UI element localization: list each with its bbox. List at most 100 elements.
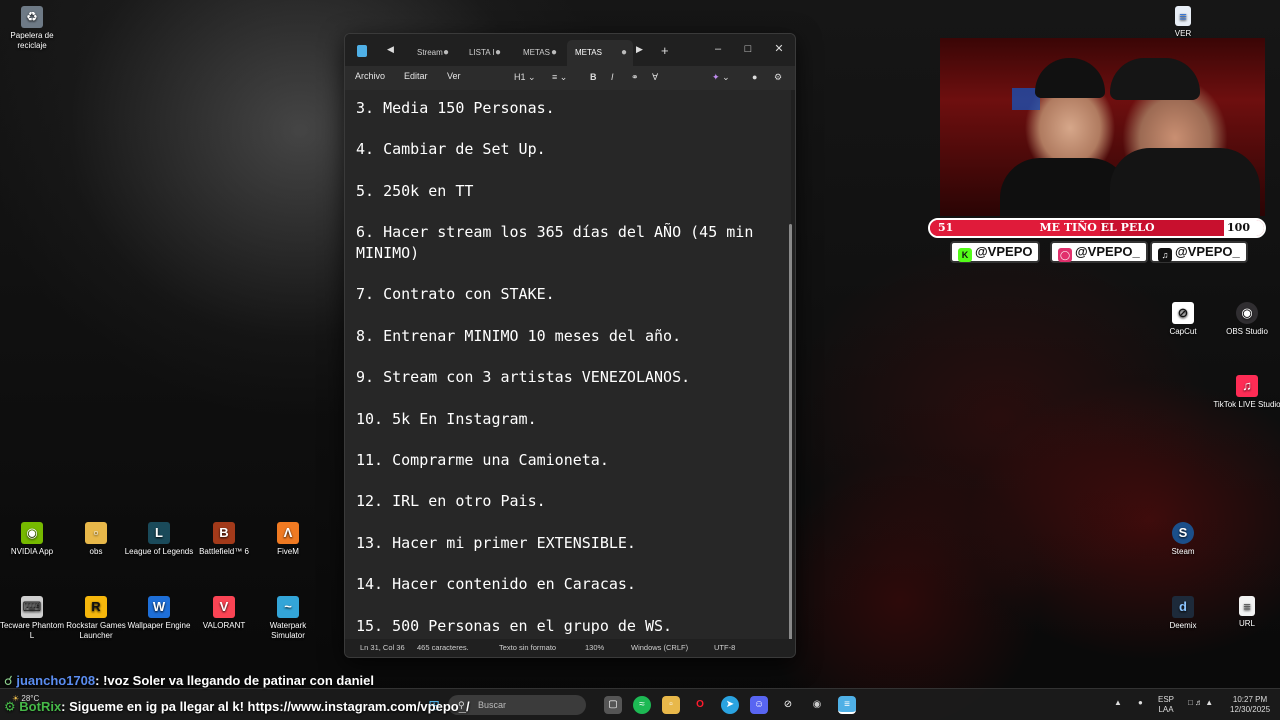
desktop-icon-obs-folder[interactable]: ▫ obs bbox=[61, 522, 131, 557]
desktop-icon-wallpaper-engine[interactable]: W Wallpaper Engine bbox=[124, 596, 194, 631]
text-line: 7. Contrato con STAKE. bbox=[356, 285, 555, 304]
keyboard-icon: ⌨ bbox=[21, 596, 43, 618]
tiktok-icon: ♫ bbox=[1158, 248, 1172, 262]
list-button[interactable]: ≡ ⌄ bbox=[552, 70, 567, 84]
title-bar[interactable]: ◀ Stream ● LISTA I ● METAS ● METAS ● ▶ + – □… bbox=[345, 34, 795, 66]
tab-metas-active[interactable]: METAS ● bbox=[567, 40, 633, 66]
text-line bbox=[356, 346, 780, 367]
chat-text: : !voz Soler va llegando de patinar con … bbox=[95, 673, 374, 688]
bot-icon: ⚙ bbox=[4, 699, 16, 714]
menu-archivo[interactable]: Archivo bbox=[355, 71, 385, 81]
desktop-icon-nvidia[interactable]: ◉ NVIDIA App bbox=[0, 522, 67, 557]
capcut-taskbar-button[interactable]: ⊘ bbox=[779, 696, 797, 714]
settings-button[interactable]: ⚙ bbox=[774, 70, 782, 84]
new-tab-button[interactable]: + bbox=[661, 43, 669, 58]
document-icon: ≡ bbox=[1175, 6, 1191, 26]
menu-ver[interactable]: Ver bbox=[447, 71, 461, 81]
url-file-icon: ≡ bbox=[1239, 596, 1255, 616]
maximize-button[interactable]: □ bbox=[737, 40, 759, 58]
notepad-taskbar-button[interactable]: ≡ bbox=[838, 696, 856, 714]
chevron-up-icon: ▲ bbox=[1114, 698, 1122, 707]
spotify-icon: ≈ bbox=[639, 699, 645, 710]
heading-dropdown[interactable]: H1 ⌄ bbox=[514, 70, 536, 84]
chrome-button[interactable]: ◉ bbox=[808, 696, 826, 714]
tab-lista[interactable]: LISTA I ● bbox=[461, 40, 507, 66]
valorant-icon: V bbox=[213, 596, 235, 618]
deemix-icon: d bbox=[1172, 596, 1194, 618]
desktop-icon-rockstar[interactable]: R Rockstar Games Launcher bbox=[61, 596, 131, 641]
tray-overflow-button[interactable]: ▲ bbox=[1114, 698, 1122, 708]
modified-dot-icon: ● bbox=[494, 47, 501, 58]
waterpark-icon: ~ bbox=[277, 596, 299, 618]
desktop-icon-deemix[interactable]: d Deemix bbox=[1148, 596, 1218, 631]
desktop-icon-steam[interactable]: S Steam bbox=[1148, 522, 1218, 557]
text-line: 9. Stream con 3 artistas VENEZOLANOS. bbox=[356, 368, 691, 387]
tab-metas-1[interactable]: METAS ● bbox=[515, 40, 563, 66]
taskview-button[interactable]: ▢ bbox=[604, 696, 622, 714]
file-explorer-button[interactable]: ▫ bbox=[662, 696, 680, 714]
desktop-icon-tecware[interactable]: ⌨ Tecware Phantom L bbox=[0, 596, 67, 641]
copilot-button[interactable]: ✦ ⌄ bbox=[712, 70, 730, 84]
text-line: 6. Hacer stream los 365 días del AÑO (45… bbox=[356, 223, 763, 262]
tiktok-icon: ♫ bbox=[1236, 375, 1258, 397]
taskview-icon: ▢ bbox=[608, 699, 618, 710]
text-line: 13. Hacer mi primer EXTENSIBLE. bbox=[356, 533, 636, 552]
document-editor[interactable]: 3. Media 150 Personas. 4. Cambiar de Set… bbox=[345, 90, 791, 641]
spotify-button[interactable]: ≈ bbox=[633, 696, 651, 714]
desktop-icon-league[interactable]: L League of Legends bbox=[124, 522, 194, 557]
battlefield-icon: B bbox=[213, 522, 235, 544]
text-line bbox=[356, 388, 780, 409]
vertical-scrollbar[interactable] bbox=[789, 224, 792, 654]
scroll-tabs-left-icon[interactable]: ◀ bbox=[387, 44, 394, 55]
text-line: 3. Media 150 Personas. bbox=[356, 99, 555, 117]
desktop-icon-fivem[interactable]: Λ FiveM bbox=[253, 522, 323, 557]
text-line: 8. Entrenar MINIMO 10 meses del año. bbox=[356, 326, 682, 345]
link-button[interactable]: ⚭ bbox=[631, 70, 639, 84]
wallpaper-engine-icon: W bbox=[148, 596, 170, 618]
microphone-tray-icon[interactable]: ● bbox=[1138, 698, 1143, 708]
tab-stream[interactable]: Stream ● bbox=[409, 40, 455, 66]
desktop-icon-tiktok-live[interactable]: ♫ TikTok LIVE Studio bbox=[1212, 375, 1280, 410]
menu-bar: Archivo Editar Ver H1 ⌄ ≡ ⌄ B I ⚭ ∀ ✦ ⌄ … bbox=[345, 66, 795, 90]
italic-button[interactable]: I bbox=[611, 70, 614, 84]
desktop-icon-url[interactable]: ≡ URL bbox=[1212, 596, 1280, 629]
bold-button[interactable]: B bbox=[590, 70, 597, 84]
close-button[interactable]: ✕ bbox=[768, 40, 790, 58]
network-volume-tray[interactable]: □ ♬ ▲ bbox=[1188, 698, 1213, 708]
desktop-icon-valorant[interactable]: V VALORANT bbox=[189, 596, 259, 631]
chat-message-2: ⚙ BotRix: Sigueme en ig pa llegar al k! … bbox=[4, 699, 470, 715]
account-button[interactable]: ● bbox=[752, 70, 757, 84]
desktop-icon-ver[interactable]: ≡ VER bbox=[1148, 6, 1218, 39]
zoom-level[interactable]: 130% bbox=[585, 639, 604, 657]
language-indicator[interactable]: ESP LAA bbox=[1158, 695, 1174, 715]
desktop-icon-battlefield[interactable]: B Battlefield™ 6 bbox=[189, 522, 259, 557]
line-endings: Windows (CRLF) bbox=[631, 643, 689, 652]
rockstar-icon: R bbox=[85, 596, 107, 618]
scroll-tabs-right-icon[interactable]: ▶ bbox=[636, 44, 643, 55]
desktop-icon-capcut[interactable]: ⊘ CapCut bbox=[1148, 302, 1218, 337]
text-line bbox=[356, 471, 780, 492]
notepad-window[interactable]: ◀ Stream ● LISTA I ● METAS ● METAS ● ▶ + – □… bbox=[344, 33, 796, 658]
desktop-icon-recycle-bin[interactable]: ♻ Papelera de reciclaje bbox=[0, 6, 67, 51]
status-bar: Ln 31, Col 36 465 caracteres. Texto sin … bbox=[345, 639, 795, 657]
menu-editar[interactable]: Editar bbox=[404, 71, 428, 81]
modified-dot-icon: ● bbox=[620, 47, 627, 58]
nvidia-icon: ◉ bbox=[21, 522, 43, 544]
capcut-icon: ⊘ bbox=[1172, 302, 1194, 324]
telegram-icon: ➤ bbox=[725, 699, 735, 710]
chat-text: : Sigueme en ig pa llegar al k! https://… bbox=[61, 699, 470, 714]
text-line bbox=[356, 429, 780, 450]
social-instagram: ◯ @VPEPO_ bbox=[1050, 241, 1148, 263]
telegram-button[interactable]: ➤ bbox=[721, 696, 739, 714]
encoding: UTF-8 bbox=[714, 643, 736, 652]
desktop-icon-waterpark[interactable]: ~ Waterpark Simulator bbox=[253, 596, 323, 641]
opera-button[interactable]: O bbox=[691, 696, 709, 714]
chevron-down-icon: ⌄ bbox=[722, 72, 730, 82]
text-line bbox=[356, 160, 780, 181]
clear-format-button[interactable]: ∀ bbox=[652, 70, 658, 84]
desktop-icon-obs-studio[interactable]: ◉ OBS Studio bbox=[1212, 302, 1280, 337]
minimize-button[interactable]: – bbox=[707, 40, 729, 58]
discord-button[interactable]: ☺ bbox=[750, 696, 768, 714]
clock[interactable]: 10:27 PM 12/30/2025 bbox=[1230, 695, 1270, 715]
clear-format-icon: ∀ bbox=[652, 72, 659, 82]
